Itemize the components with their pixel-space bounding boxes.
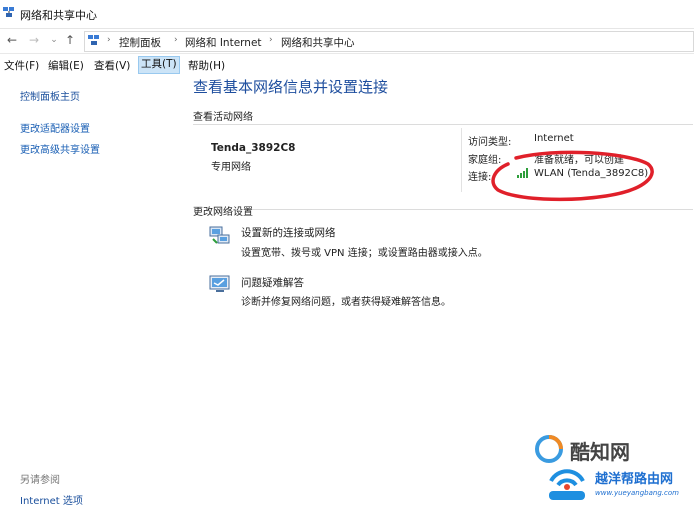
access-type-value: Internet — [534, 133, 574, 144]
change-settings-heading: 更改网络设置 — [193, 207, 253, 218]
kuzhi-logo-icon — [535, 435, 563, 463]
address-bar[interactable]: › 控制面板 › 网络和 Internet › 网络和共享中心 — [84, 31, 694, 52]
menu-view[interactable]: 查看(V) — [92, 58, 132, 73]
breadcrumb-sharing-center[interactable]: 网络和共享中心 — [281, 35, 355, 50]
setup-new-connection-link[interactable]: 设置新的连接或网络 — [241, 225, 336, 240]
breadcrumb-control-panel[interactable]: 控制面板 — [119, 35, 161, 50]
change-sharing-settings-link[interactable]: 更改高级共享设置 — [20, 141, 100, 156]
change-adapter-settings-link[interactable]: 更改适配器设置 — [20, 120, 90, 135]
breadcrumb-separator-icon: › — [269, 35, 273, 45]
troubleshoot-link[interactable]: 问题疑难解答 — [241, 275, 304, 290]
breadcrumb-separator-icon: › — [107, 35, 111, 45]
breadcrumb-network-internet[interactable]: 网络和 Internet — [185, 35, 262, 50]
menu-bar: 文件(F) 编辑(E) 查看(V) 工具(T) 帮助(H) — [0, 55, 694, 74]
network-center-icon — [3, 7, 14, 17]
router-logo-url: www.yueyangbang.com — [595, 489, 679, 497]
vertical-divider — [461, 128, 462, 192]
red-circle-annotation — [491, 150, 654, 202]
troubleshoot-desc: 诊断并修复网络问题，或者获得疑难解答信息。 — [241, 297, 451, 308]
window-title: 网络和共享中心 — [20, 9, 97, 22]
menu-help[interactable]: 帮助(H) — [186, 58, 227, 73]
menu-edit[interactable]: 编辑(E) — [46, 58, 86, 73]
active-networks-heading: 查看活动网络 — [193, 112, 253, 123]
menu-file[interactable]: 文件(F) — [2, 58, 41, 73]
forward-arrow-icon[interactable]: → — [26, 32, 42, 48]
title-bar: 网络和共享中心 — [0, 0, 694, 29]
network-center-icon — [88, 35, 99, 45]
divider — [252, 209, 693, 210]
up-arrow-icon[interactable]: ↑ — [62, 32, 78, 48]
kuzhi-logo-text: 酷知网 — [570, 440, 630, 464]
network-setup-icon — [209, 226, 230, 244]
menu-tools[interactable]: 工具(T) — [138, 56, 180, 74]
router-logo-icon — [549, 469, 585, 500]
recent-chevron-icon[interactable]: ⌄ — [46, 32, 62, 48]
navigation-bar: ← → ⌄ ↑ › 控制面板 › 网络和 Internet › 网络和共享中心 — [0, 29, 694, 54]
back-arrow-icon[interactable]: ← — [4, 32, 20, 48]
troubleshoot-icon — [209, 275, 230, 292]
router-logo-text: 越洋帮路由网 — [595, 472, 674, 487]
page-title: 查看基本网络信息并设置连接 — [193, 78, 389, 96]
network-name: Tenda_3892C8 — [211, 142, 296, 154]
setup-new-connection-desc: 设置宽带、拨号或 VPN 连接；或设置路由器或接入点。 — [241, 248, 488, 259]
see-also-heading: 另请参阅 — [20, 475, 60, 486]
network-type[interactable]: 专用网络 — [211, 158, 251, 173]
control-panel-home-link[interactable]: 控制面板主页 — [20, 88, 80, 103]
divider — [193, 124, 693, 125]
internet-options-link[interactable]: Internet 选项 — [20, 492, 83, 507]
breadcrumb-separator-icon: › — [174, 35, 178, 45]
